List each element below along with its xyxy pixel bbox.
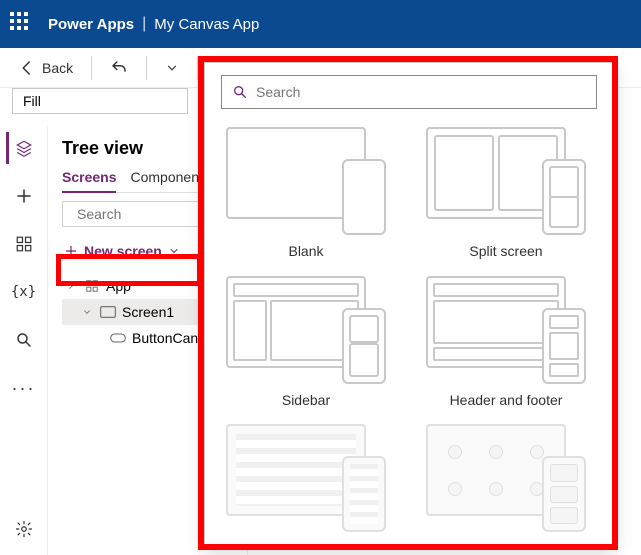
new-screen-popup: Blank Split screen Sidebar Header and fo… bbox=[204, 62, 614, 546]
tree-item-label: Screen1 bbox=[122, 304, 174, 320]
app-titlebar: Power Apps | My Canvas App bbox=[0, 0, 641, 48]
layers-icon bbox=[15, 139, 33, 157]
rail-insert-button[interactable] bbox=[8, 180, 40, 212]
chevron-right-icon bbox=[66, 281, 78, 291]
plus-icon bbox=[64, 244, 78, 258]
search-icon bbox=[232, 84, 248, 100]
gear-icon bbox=[15, 520, 33, 538]
undo-icon bbox=[110, 59, 128, 77]
button-icon bbox=[110, 332, 126, 344]
template-thumb bbox=[226, 424, 386, 532]
template-grid[interactable]: Blank Split screen Sidebar Header and fo… bbox=[221, 127, 597, 546]
property-selector[interactable] bbox=[12, 88, 188, 114]
search-icon bbox=[15, 331, 33, 349]
template-split-screen[interactable]: Split screen bbox=[421, 127, 591, 266]
toolbar-divider bbox=[146, 56, 147, 80]
app-icon bbox=[84, 279, 100, 293]
template-thumb bbox=[226, 127, 386, 235]
template-item[interactable] bbox=[421, 424, 591, 546]
back-label: Back bbox=[42, 60, 73, 76]
template-thumb bbox=[426, 424, 586, 532]
template-thumb bbox=[426, 127, 586, 235]
template-header-footer[interactable]: Header and footer bbox=[421, 276, 591, 415]
chevron-down-icon bbox=[168, 245, 180, 257]
template-item[interactable] bbox=[221, 424, 391, 546]
rail-search-button[interactable] bbox=[8, 324, 40, 356]
tab-components[interactable]: Components bbox=[130, 169, 209, 192]
template-thumb bbox=[226, 276, 386, 384]
back-button[interactable]: Back bbox=[12, 55, 79, 81]
popup-search-box[interactable] bbox=[221, 75, 597, 109]
template-sidebar[interactable]: Sidebar bbox=[221, 276, 391, 415]
plus-icon bbox=[15, 187, 33, 205]
rail-variables-button[interactable]: {x} bbox=[8, 276, 40, 308]
tab-screens[interactable]: Screens bbox=[62, 169, 116, 193]
rail-settings-button[interactable] bbox=[8, 513, 40, 545]
rail-more-button[interactable]: ··· bbox=[8, 372, 40, 404]
tree-item-label: App bbox=[106, 278, 131, 294]
toolbar-more-button[interactable] bbox=[159, 57, 185, 79]
rail-data-button[interactable] bbox=[8, 228, 40, 260]
ellipsis-icon: ··· bbox=[12, 378, 36, 399]
app-name-label: My Canvas App bbox=[154, 16, 259, 33]
template-blank[interactable]: Blank bbox=[221, 127, 391, 266]
toolbar-divider bbox=[197, 56, 198, 80]
title-separator: | bbox=[142, 15, 146, 33]
template-label: Blank bbox=[288, 243, 323, 259]
chevron-down-icon bbox=[82, 307, 94, 317]
popup-search-input[interactable] bbox=[256, 84, 586, 100]
template-label: Sidebar bbox=[282, 392, 330, 408]
brand-label: Power Apps bbox=[48, 16, 134, 33]
back-arrow-icon bbox=[18, 59, 36, 77]
left-rail: {x} ··· bbox=[0, 126, 48, 555]
grid-icon bbox=[15, 235, 33, 253]
undo-button[interactable] bbox=[104, 55, 134, 81]
new-screen-label: New screen bbox=[84, 243, 162, 259]
waffle-icon[interactable] bbox=[10, 12, 34, 36]
template-label: Header and footer bbox=[450, 392, 563, 408]
chevron-down-icon bbox=[165, 61, 179, 75]
screen-icon bbox=[100, 306, 116, 318]
template-label: Split screen bbox=[469, 243, 542, 259]
variables-icon: {x} bbox=[11, 284, 36, 300]
toolbar-divider bbox=[91, 56, 92, 80]
rail-tree-view-button[interactable] bbox=[6, 132, 38, 164]
template-thumb bbox=[426, 276, 586, 384]
